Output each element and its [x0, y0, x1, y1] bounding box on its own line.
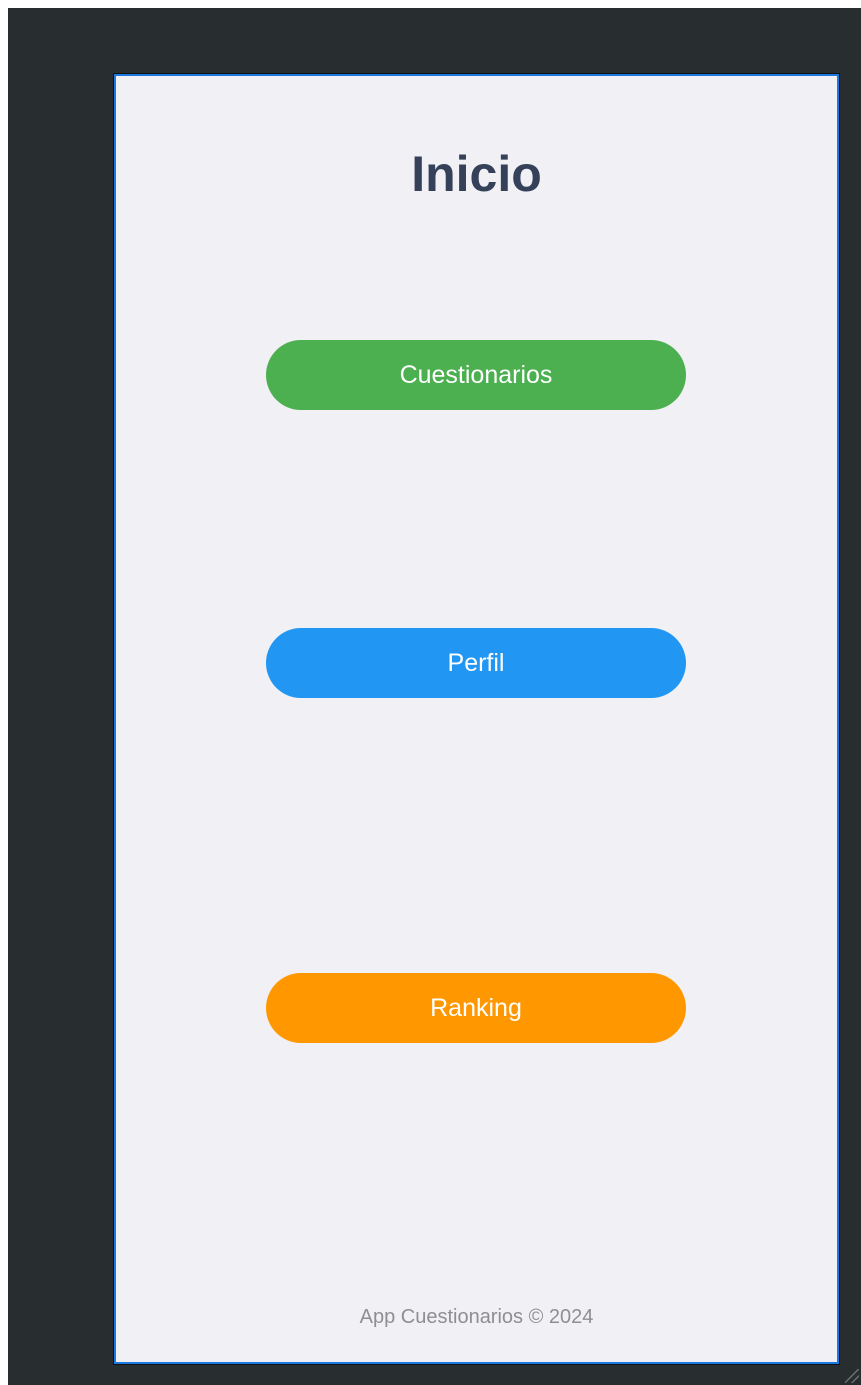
- app-screen: Inicio Cuestionarios Perfil Ranking App …: [114, 74, 839, 1364]
- footer-copyright: App Cuestionarios © 2024: [359, 1306, 594, 1328]
- cuestionarios-button[interactable]: Cuestionarios: [266, 340, 686, 410]
- page-title: Inicio: [411, 146, 542, 202]
- perfil-button[interactable]: Perfil: [266, 628, 686, 698]
- ranking-button[interactable]: Ranking: [266, 973, 686, 1043]
- resize-grip-icon[interactable]: [845, 1369, 859, 1383]
- workspace-background: Inicio Cuestionarios Perfil Ranking App …: [8, 8, 861, 1385]
